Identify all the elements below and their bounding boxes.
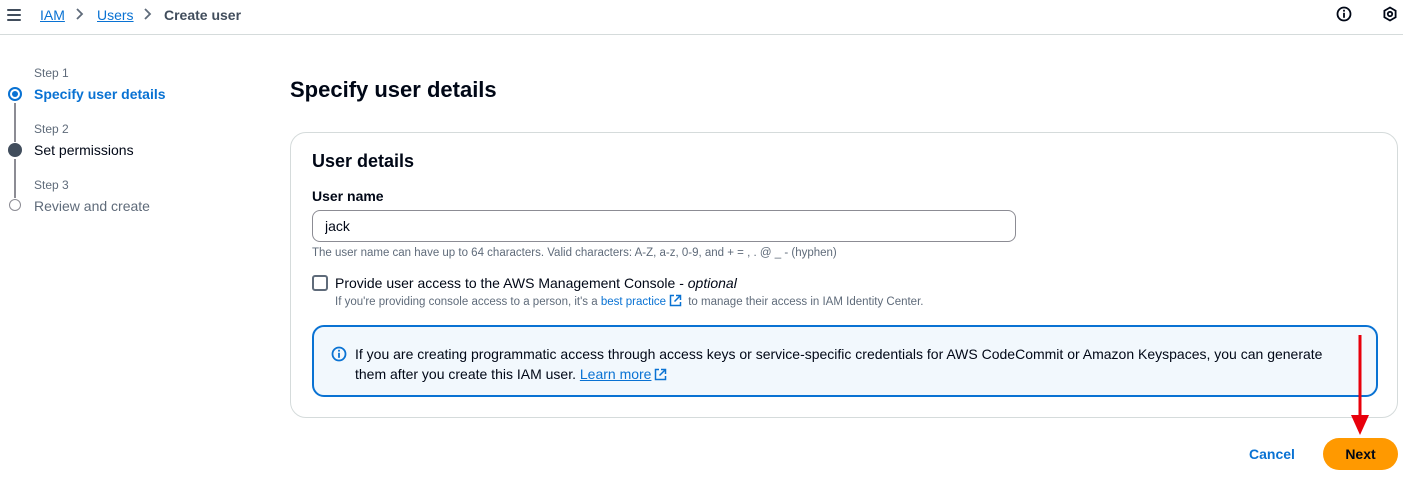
settings-icon[interactable] bbox=[1382, 6, 1398, 22]
breadcrumb-separator-icon bbox=[75, 6, 85, 25]
step-3-title: Review and create bbox=[34, 198, 150, 214]
console-access-checkbox[interactable] bbox=[312, 275, 328, 291]
description-text: If you're providing console access to a … bbox=[335, 296, 601, 308]
step-connector bbox=[14, 103, 16, 142]
console-access-label-text: Provide user access to the AWS Managemen… bbox=[335, 275, 688, 291]
step-2-indicator bbox=[8, 143, 22, 157]
page-title: Specify user details bbox=[290, 77, 497, 102]
step-3-label: Step 3 bbox=[34, 178, 69, 192]
annotation-arrow-icon bbox=[1348, 333, 1372, 437]
step-connector bbox=[14, 159, 16, 198]
breadcrumb-create-user: Create user bbox=[164, 7, 242, 23]
info-icon[interactable] bbox=[1336, 6, 1352, 22]
hamburger-menu-icon[interactable] bbox=[7, 9, 21, 21]
alert-text: If you are creating programmatic access … bbox=[355, 346, 1323, 382]
user-name-input[interactable] bbox=[312, 210, 1016, 242]
breadcrumb-separator-icon bbox=[143, 6, 153, 25]
breadcrumb-users[interactable]: Users bbox=[97, 7, 134, 23]
step-2-label: Step 2 bbox=[34, 122, 69, 136]
external-link-icon[interactable] bbox=[654, 366, 667, 386]
alert-message: If you are creating programmatic access … bbox=[355, 344, 1355, 386]
description-text-end: to manage their access in IAM Identity C… bbox=[685, 296, 924, 308]
user-name-hint: The user name can have up to 64 characte… bbox=[312, 247, 837, 259]
best-practice-link[interactable]: best practice bbox=[601, 296, 666, 308]
step-2-title[interactable]: Set permissions bbox=[34, 142, 134, 158]
external-link-icon[interactable] bbox=[669, 294, 682, 310]
info-alert: If you are creating programmatic access … bbox=[312, 325, 1378, 397]
breadcrumb-iam[interactable]: IAM bbox=[40, 7, 65, 23]
optional-tag: optional bbox=[687, 275, 737, 291]
step-1-label: Step 1 bbox=[34, 66, 69, 80]
console-access-description: If you're providing console access to a … bbox=[335, 294, 923, 310]
user-details-container: User details User name The user name can… bbox=[290, 132, 1398, 418]
top-navigation-bar: IAM Users Create user bbox=[0, 0, 1403, 35]
step-1-title: Specify user details bbox=[34, 86, 166, 102]
learn-more-link[interactable]: Learn more bbox=[580, 366, 652, 382]
next-button[interactable]: Next bbox=[1323, 438, 1398, 470]
info-icon bbox=[331, 346, 347, 362]
user-name-label: User name bbox=[312, 188, 384, 204]
step-3-indicator bbox=[9, 199, 21, 211]
console-access-label[interactable]: Provide user access to the AWS Managemen… bbox=[335, 275, 737, 291]
card-title: User details bbox=[312, 151, 415, 171]
cancel-button[interactable]: Cancel bbox=[1243, 438, 1301, 470]
step-1-indicator bbox=[8, 87, 22, 101]
